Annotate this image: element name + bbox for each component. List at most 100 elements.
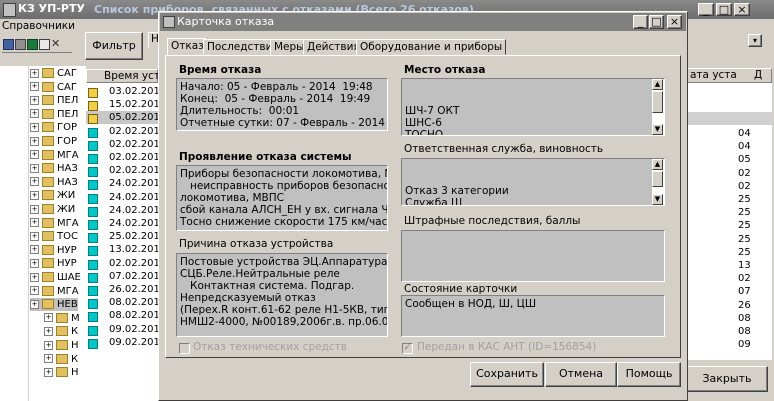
tree-node[interactable]: + ШАЕ — [30, 271, 81, 284]
expand-icon[interactable]: + — [30, 231, 39, 241]
list-row[interactable]: 13.02.201 — [86, 243, 160, 257]
tree-node[interactable]: + НУР — [30, 257, 77, 270]
tree-node[interactable]: + НЕВ — [30, 298, 78, 312]
failure-time-field[interactable]: Начало: 05 - Февраль - 2014 19:48 Конец:… — [176, 78, 388, 131]
expand-icon[interactable]: + — [30, 190, 39, 200]
list-row[interactable]: 24.02.201 — [86, 204, 160, 217]
expand-icon[interactable]: + — [30, 272, 39, 282]
list-row[interactable]: 05.02.201 — [86, 111, 160, 125]
failure-place-field[interactable]: ШЧ-7 ОКТ ШНС-6 ТОСНО Объект:Ч ▲ ▼ — [401, 78, 665, 136]
save-button[interactable]: Сохранить — [470, 362, 544, 387]
manifestation-field[interactable]: Приборы безопасности локомотива, МВПС не… — [176, 165, 388, 231]
tab-actions[interactable]: Действия — [303, 39, 364, 55]
expand-icon[interactable]: + — [30, 68, 39, 78]
card-state-field[interactable]: Сообщен в НОД, Ш, ЦШ — [401, 295, 665, 337]
bg-close-button[interactable]: × — [734, 3, 750, 16]
tree-node[interactable]: + МГА — [30, 217, 79, 230]
scroll-thumb[interactable] — [652, 91, 663, 113]
expand-icon[interactable]: + — [44, 340, 53, 350]
filter-button[interactable]: Фильтр — [85, 32, 143, 60]
list-row[interactable]: 26.02.201 — [86, 283, 160, 296]
list-row[interactable]: 07.02.201 — [86, 270, 160, 283]
tree-node[interactable]: + МГА — [30, 149, 79, 162]
save-icon[interactable] — [3, 39, 14, 50]
dialog-close-button[interactable]: × — [667, 15, 682, 29]
tree-node[interactable]: + МГА — [30, 285, 79, 298]
tree-node[interactable]: + ЖИ — [30, 203, 75, 216]
responsible-service-field[interactable]: Отказ 3 категории Служба Ш ШЧ-7 ОКТ, ШНС… — [401, 158, 665, 206]
column-d-header[interactable]: Д — [754, 69, 762, 81]
scroll-down-icon[interactable]: ▼ — [652, 194, 663, 205]
list-row[interactable]: 24.02.201 — [86, 217, 160, 230]
expand-icon[interactable]: + — [44, 313, 53, 323]
tree-node[interactable]: + К — [44, 325, 78, 338]
list-row[interactable]: 24.02.201 — [86, 191, 160, 204]
penalties-field[interactable] — [401, 230, 665, 282]
bg-chevron-icon[interactable]: ▾ — [748, 34, 762, 47]
bg-minimize-button[interactable]: _ — [698, 3, 714, 16]
tree-node[interactable]: + НАЗ — [30, 176, 78, 189]
place-scrollbar[interactable]: ▲ ▼ — [651, 79, 664, 135]
expand-icon[interactable]: + — [30, 218, 39, 228]
expand-icon[interactable]: + — [44, 326, 53, 336]
scroll-down-icon[interactable]: ▼ — [652, 124, 663, 135]
bg-maximize-button[interactable]: □ — [716, 3, 732, 16]
expand-icon[interactable]: + — [30, 122, 39, 132]
list-row[interactable]: 24.02.201 — [86, 177, 160, 191]
list-row[interactable]: 08.02.201 — [86, 309, 160, 323]
scroll-thumb[interactable] — [652, 171, 663, 187]
list-row[interactable]: 09.02.201 — [86, 336, 160, 349]
expand-icon[interactable]: + — [44, 367, 53, 377]
tree-node[interactable]: + К — [44, 353, 78, 366]
expand-icon[interactable]: + — [30, 109, 39, 119]
tree-node[interactable]: + М — [44, 312, 80, 325]
dialog-maximize-button[interactable]: □ — [649, 15, 664, 29]
list-row[interactable]: 25.02.201 — [86, 230, 160, 244]
service-scrollbar[interactable]: ▲ ▼ — [651, 159, 664, 205]
list-row[interactable]: 02.02.201 — [86, 257, 160, 270]
menu-references[interactable]: Справочники — [2, 20, 75, 32]
expand-icon[interactable]: + — [44, 354, 53, 364]
failure-cause-field[interactable]: Постовые устройства ЭЦ.Аппаратура СЦБ.Ре… — [176, 253, 388, 337]
expand-icon[interactable]: + — [30, 95, 39, 105]
list-row[interactable]: 03.02.201 — [86, 85, 160, 98]
tree-node[interactable]: + НАЗ — [30, 162, 78, 175]
expand-icon[interactable]: + — [30, 286, 39, 296]
tree-node[interactable]: + САГ — [30, 67, 77, 80]
tree-node[interactable]: + ГОР — [30, 121, 77, 134]
list-row[interactable]: 15.02.201 — [86, 98, 160, 112]
dialog-minimize-button[interactable]: _ — [633, 15, 648, 29]
email-icon[interactable] — [39, 39, 50, 50]
list-row[interactable]: 02.02.201 — [86, 164, 160, 178]
delete-icon[interactable]: ✕ — [51, 37, 60, 50]
expand-icon[interactable]: + — [30, 177, 39, 187]
column-install-date-header[interactable]: ата уста — [690, 69, 737, 81]
expand-icon[interactable]: + — [30, 204, 39, 214]
print-icon[interactable] — [15, 39, 26, 50]
expand-icon[interactable]: + — [30, 245, 39, 255]
expand-icon[interactable]: + — [30, 150, 39, 160]
tree-node[interactable]: + Н — [44, 366, 79, 379]
scroll-up-icon[interactable]: ▲ — [652, 159, 663, 170]
close-window-button[interactable]: Закрыть — [686, 366, 768, 392]
tree-node[interactable]: + ГОР — [30, 135, 77, 148]
excel-icon[interactable] — [27, 39, 38, 50]
sent-to-kas-checkbox[interactable]: ✓ — [402, 343, 413, 354]
list-row[interactable]: 08.02.201 — [86, 296, 160, 310]
expand-icon[interactable]: + — [30, 163, 39, 173]
tree-node[interactable]: + ЖИ — [30, 189, 75, 202]
list-row[interactable]: 02.02.201 — [86, 138, 160, 151]
tab-equipment[interactable]: Оборудование и приборы — [356, 39, 507, 55]
tree-node[interactable]: + ПЕЛ — [30, 108, 78, 121]
scroll-up-icon[interactable]: ▲ — [652, 79, 663, 90]
tech-failure-checkbox[interactable] — [179, 343, 190, 354]
tree-node[interactable]: + ТОС — [30, 230, 78, 243]
cancel-button[interactable]: Отмена — [545, 362, 617, 387]
expand-icon[interactable]: + — [30, 136, 39, 146]
expand-icon[interactable]: + — [30, 299, 39, 309]
tab-failure[interactable]: Отказ — [167, 38, 208, 56]
tree-panel[interactable]: + САГ + САГ + ПЕЛ + ПЕЛ + ГОР + ГОР + МГА + НАЗ + НАЗ + ЖИ +… — [28, 66, 86, 401]
help-button[interactable]: Помощь — [617, 362, 681, 387]
tree-node[interactable]: + Н — [44, 339, 79, 352]
list-row[interactable]: 02.02.201 — [86, 125, 160, 138]
